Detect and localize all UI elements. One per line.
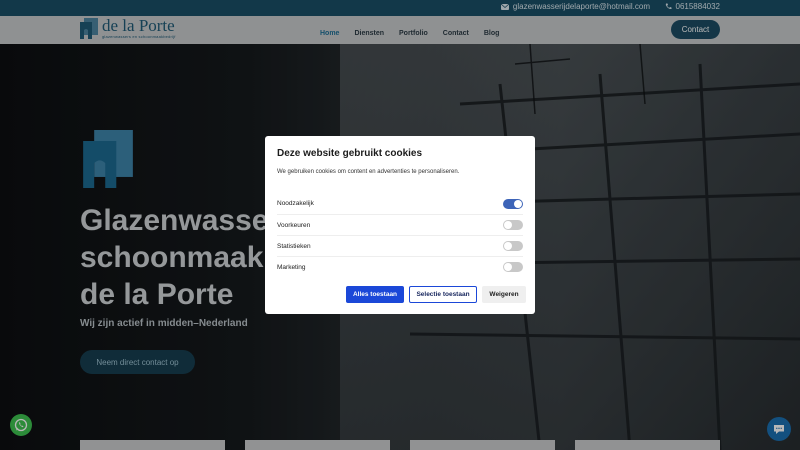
cookie-option-label: Voorkeuren: [277, 221, 311, 229]
cookie-dialog-text: We gebruiken cookies om content en adver…: [277, 169, 460, 175]
accept-all-button[interactable]: Alles toestaan: [346, 286, 404, 303]
statistics-toggle[interactable]: [503, 241, 523, 251]
accept-selection-button[interactable]: Selectie toestaan: [409, 286, 477, 303]
cookie-option-preferences: Voorkeuren: [277, 214, 523, 235]
cookie-option-necessary: Noodzakelijk: [277, 193, 523, 214]
cookie-option-label: Noodzakelijk: [277, 200, 314, 207]
cookie-option-statistics: Statistieken: [277, 235, 523, 256]
necessary-toggle[interactable]: [503, 198, 523, 209]
preferences-toggle[interactable]: [503, 220, 523, 230]
cookie-option-label: Marketing: [277, 263, 306, 271]
cookie-button-row: Alles toestaan Selectie toestaan Weigere…: [346, 286, 531, 303]
cookie-dialog-title: Deze website gebruikt cookies: [277, 148, 423, 159]
marketing-toggle[interactable]: [503, 262, 523, 272]
modal-overlay: Deze website gebruikt cookies We gebruik…: [0, 0, 800, 450]
cookie-option-marketing: Marketing: [277, 256, 523, 277]
reject-button[interactable]: Weigeren: [482, 286, 526, 303]
cookie-option-label: Statistieken: [277, 242, 311, 250]
cookie-consent-dialog: Deze website gebruikt cookies We gebruik…: [265, 136, 535, 314]
